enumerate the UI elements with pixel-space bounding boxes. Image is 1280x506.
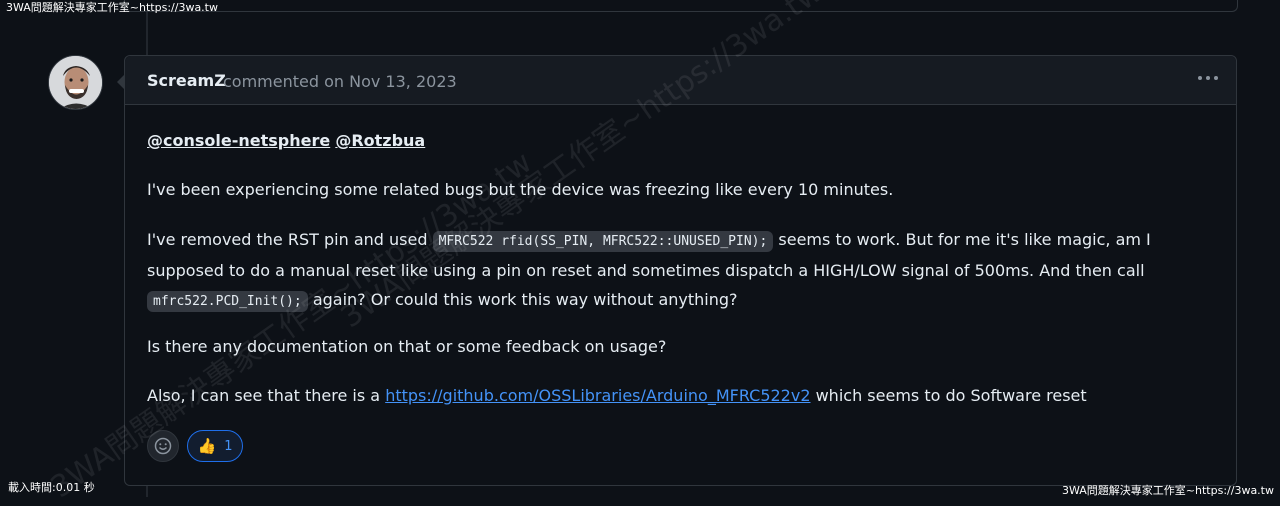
avatar-image: [49, 56, 102, 109]
comment-header: ScreamZ commented on Nov 13, 2023: [125, 56, 1236, 105]
mentions-line: @console-netsphere @Rotzbua: [147, 126, 1222, 155]
timeline-line: [146, 12, 148, 56]
paragraph: Also, I can see that there is a https://…: [147, 381, 1222, 410]
timeline-line-bottom: [146, 486, 148, 497]
kebab-horizontal-icon[interactable]: [1194, 68, 1222, 92]
load-time: 載入時間:0.01 秒: [8, 481, 95, 494]
comment-card: ScreamZ commented on Nov 13, 2023 @conso…: [117, 55, 1237, 486]
paragraph-text: I've removed the RST pin and used: [147, 230, 428, 249]
comment-author[interactable]: ScreamZ: [147, 71, 226, 90]
thumbs-up-icon: 👍: [197, 436, 217, 455]
site-footer-banner: 3WA問題解決專家工作室~https://3wa.tw: [1062, 484, 1274, 497]
paragraph: I've removed the RST pin and used MFRC52…: [147, 225, 1222, 316]
paragraph-text: again? Or could this work this way witho…: [312, 290, 738, 309]
repo-link[interactable]: https://github.com/OSSLibraries/Arduino_…: [385, 386, 810, 405]
paragraph-text: which seems to do Software reset: [815, 386, 1087, 405]
previous-comment-box: [124, 0, 1238, 12]
paragraph: Is there any documentation on that or so…: [147, 337, 667, 356]
inline-code: mfrc522.PCD_Init();: [147, 291, 308, 312]
smiley-icon: [154, 437, 172, 455]
thumbs-up-reaction[interactable]: 👍 1: [187, 430, 243, 462]
site-banner: 3WA問題解決專家工作室~https://3wa.tw: [6, 1, 218, 14]
avatar[interactable]: [48, 55, 103, 110]
reaction-count: 1: [224, 438, 233, 454]
paragraph: I've been experiencing some related bugs…: [147, 180, 894, 199]
inline-code: MFRC522 rfid(SS_PIN, MFRC522::UNUSED_PIN…: [432, 231, 774, 252]
add-reaction-button[interactable]: [147, 430, 179, 462]
mention-link[interactable]: @Rotzbua: [335, 131, 425, 150]
mention-link[interactable]: @console-netsphere: [147, 131, 330, 150]
comment-timestamp[interactable]: commented on Nov 13, 2023: [223, 72, 457, 91]
paragraph-text: Also, I can see that there is a: [147, 386, 381, 405]
